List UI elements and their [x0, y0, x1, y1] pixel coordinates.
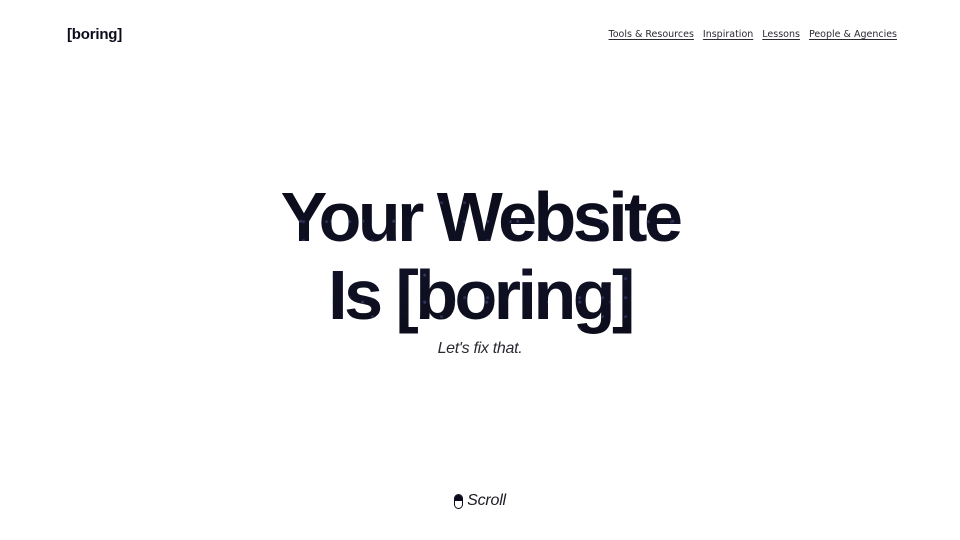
mouse-icon [454, 493, 464, 509]
nav-link-tools-resources[interactable]: Tools & Resources [609, 29, 694, 40]
logo-link[interactable]: [boring] [67, 26, 122, 43]
nav-link-inspiration[interactable]: Inspiration [703, 29, 753, 40]
page: [boring] Tools & Resources Inspiration L… [0, 0, 960, 540]
nav-link-lessons[interactable]: Lessons [762, 29, 800, 40]
headline-line-2: Is [boring] [328, 256, 632, 334]
hero-headline: Your Website Is [boring] [0, 178, 960, 334]
nav-link-people-agencies[interactable]: People & Agencies [809, 29, 897, 40]
main-nav: Tools & Resources Inspiration Lessons Pe… [609, 29, 897, 40]
scroll-indicator[interactable]: Scroll [0, 492, 960, 510]
scroll-label: Scroll [467, 492, 506, 509]
headline-line-1: Your Website [280, 178, 680, 256]
hero-subline: Let's fix that. [437, 340, 523, 357]
hero-section: Your Website Is [boring] Let's fix that. [0, 178, 960, 358]
